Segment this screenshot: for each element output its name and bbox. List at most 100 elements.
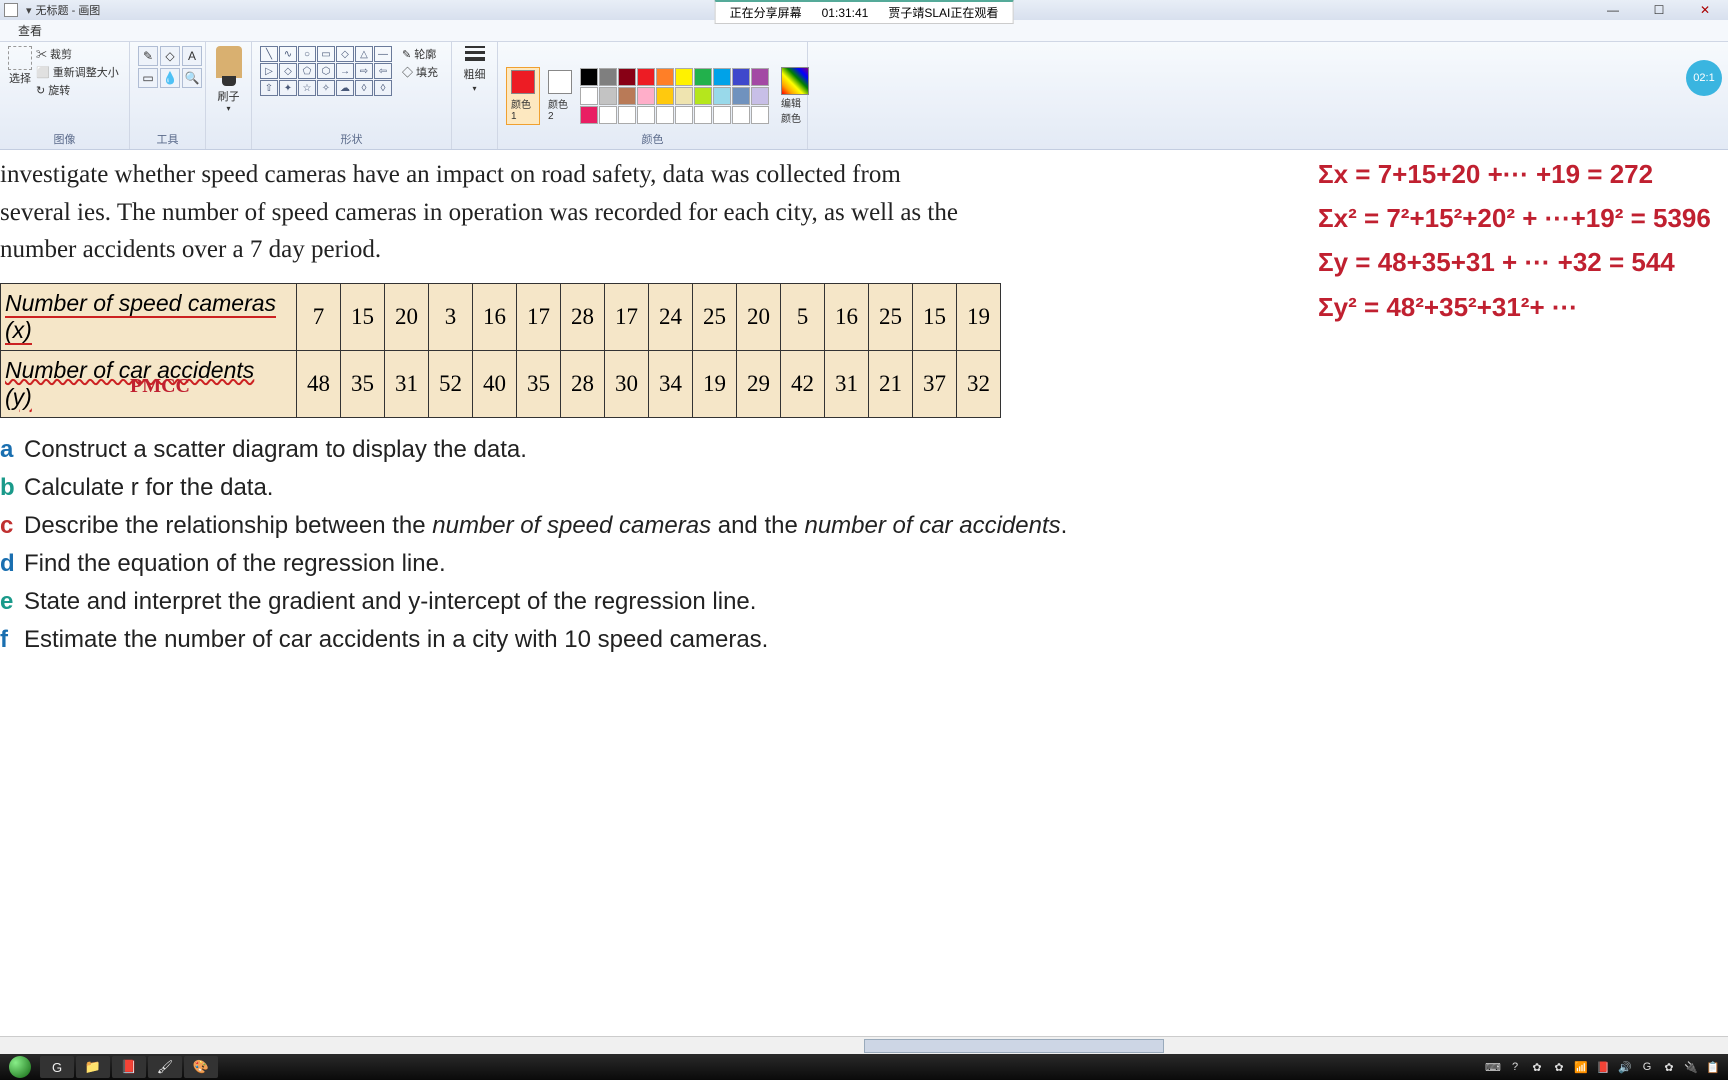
tray-icon[interactable]: ? bbox=[1506, 1058, 1524, 1076]
cell-y: 31 bbox=[385, 350, 429, 417]
cell-x: 24 bbox=[649, 283, 693, 350]
tray-icon[interactable]: ⌨ bbox=[1484, 1058, 1502, 1076]
palette-swatch[interactable] bbox=[694, 106, 712, 124]
palette-swatch[interactable] bbox=[637, 106, 655, 124]
eraser-tool[interactable]: ▭ bbox=[138, 68, 158, 88]
color-1-button[interactable]: 颜色 1 bbox=[506, 67, 540, 125]
cell-y: 31 bbox=[825, 350, 869, 417]
scrollbar-thumb[interactable] bbox=[864, 1039, 1164, 1053]
cell-y: 35 bbox=[341, 350, 385, 417]
paint-canvas[interactable]: investigate whether speed cameras have a… bbox=[0, 150, 1728, 1054]
palette-swatch[interactable] bbox=[637, 87, 655, 105]
shape-outline-button[interactable]: ✎ 轮廓 bbox=[402, 46, 438, 62]
window-title: 无标题 - 画图 bbox=[36, 2, 101, 18]
palette-swatch[interactable] bbox=[751, 106, 769, 124]
color-2-button[interactable]: 颜色 2 bbox=[544, 68, 576, 124]
taskbar-app[interactable]: 🖌 bbox=[148, 1056, 182, 1078]
edit-colors-button[interactable]: 编辑颜色 bbox=[781, 67, 809, 125]
palette-swatch[interactable] bbox=[713, 68, 731, 86]
palette-swatch[interactable] bbox=[732, 68, 750, 86]
question-list: aConstruct a scatter diagram to display … bbox=[0, 436, 1728, 654]
palette-swatch[interactable] bbox=[713, 106, 731, 124]
palette-swatch[interactable] bbox=[751, 68, 769, 86]
ribbon-group-image: 选择 ✂ 裁剪 ⬜ 重新调整大小 ↻ 旋转 图像 bbox=[0, 42, 130, 149]
select-icon[interactable] bbox=[8, 46, 32, 70]
palette-swatch[interactable] bbox=[694, 68, 712, 86]
palette-swatch[interactable] bbox=[637, 68, 655, 86]
ribbon-group-tools: ✎ ◇ A ▭ 💧 🔍 工具 bbox=[130, 42, 206, 149]
menu-view[interactable]: 查看 bbox=[10, 20, 50, 41]
palette-swatch[interactable] bbox=[713, 87, 731, 105]
tray-icon[interactable]: 🔊 bbox=[1616, 1058, 1634, 1076]
minimize-button[interactable]: — bbox=[1590, 0, 1636, 20]
tray-icon[interactable]: ✿ bbox=[1550, 1058, 1568, 1076]
palette-swatch[interactable] bbox=[618, 68, 636, 86]
rotate-button[interactable]: ↻ 旋转 bbox=[36, 82, 119, 98]
tray-icon[interactable]: 📶 bbox=[1572, 1058, 1590, 1076]
ribbon-group-shapes: ╲∿○▭◇△— ▷◇⬠⬡→⇨⇦ ⇧✦☆✧☁◊◊ ✎ 轮廓 ◇ 填充 形状 bbox=[252, 42, 452, 149]
group-label-colors: 颜色 bbox=[498, 131, 807, 147]
palette-swatch[interactable] bbox=[580, 68, 598, 86]
taskbar-app[interactable]: 🎨 bbox=[184, 1056, 218, 1078]
tray-icon[interactable]: G bbox=[1638, 1058, 1656, 1076]
tray-icon[interactable]: 📋 bbox=[1704, 1058, 1722, 1076]
cell-y: 32 bbox=[957, 350, 1001, 417]
palette-swatch[interactable] bbox=[618, 106, 636, 124]
tray-icon[interactable]: ✿ bbox=[1528, 1058, 1546, 1076]
screen-share-banner: 正在分享屏幕 01:31:41 贾子靖SLAI正在观看 bbox=[715, 0, 1014, 24]
start-button[interactable] bbox=[2, 1056, 38, 1078]
text-tool[interactable]: A bbox=[182, 46, 202, 66]
palette-swatch[interactable] bbox=[751, 87, 769, 105]
palette-swatch[interactable] bbox=[656, 68, 674, 86]
picker-tool[interactable]: 💧 bbox=[160, 68, 180, 88]
crop-button[interactable]: ✂ 裁剪 bbox=[36, 46, 119, 62]
color-palette[interactable] bbox=[580, 68, 769, 124]
fill-tool[interactable]: ◇ bbox=[160, 46, 180, 66]
cell-x: 28 bbox=[561, 283, 605, 350]
palette-swatch[interactable] bbox=[599, 87, 617, 105]
cell-y: 19 bbox=[693, 350, 737, 417]
cell-x: 17 bbox=[517, 283, 561, 350]
palette-swatch[interactable] bbox=[732, 87, 750, 105]
stroke-width-button[interactable]: 粗细 ▾ bbox=[464, 46, 486, 93]
group-label-tools: 工具 bbox=[130, 131, 205, 147]
palette-swatch[interactable] bbox=[732, 106, 750, 124]
cell-y: 37 bbox=[913, 350, 957, 417]
palette-swatch[interactable] bbox=[618, 87, 636, 105]
cell-x: 20 bbox=[385, 283, 429, 350]
palette-swatch[interactable] bbox=[675, 106, 693, 124]
share-timer: 01:31:41 bbox=[822, 6, 869, 20]
horizontal-scrollbar[interactable] bbox=[0, 1036, 1728, 1054]
zoom-tool[interactable]: 🔍 bbox=[182, 68, 202, 88]
cell-x: 19 bbox=[957, 283, 1001, 350]
group-label-shapes: 形状 bbox=[252, 131, 451, 147]
maximize-button[interactable]: ☐ bbox=[1636, 0, 1682, 20]
palette-swatch[interactable] bbox=[694, 87, 712, 105]
shapes-gallery[interactable]: ╲∿○▭◇△— ▷◇⬠⬡→⇨⇦ ⇧✦☆✧☁◊◊ bbox=[260, 46, 392, 96]
qat-dropdown[interactable]: ▾ bbox=[26, 4, 32, 17]
palette-swatch[interactable] bbox=[656, 87, 674, 105]
cell-y: 28 bbox=[561, 350, 605, 417]
palette-swatch[interactable] bbox=[675, 87, 693, 105]
tray-icon[interactable]: 🔌 bbox=[1682, 1058, 1700, 1076]
palette-swatch[interactable] bbox=[599, 106, 617, 124]
palette-swatch[interactable] bbox=[656, 106, 674, 124]
taskbar-app[interactable]: G bbox=[40, 1056, 74, 1078]
cell-x: 17 bbox=[605, 283, 649, 350]
palette-swatch[interactable] bbox=[580, 87, 598, 105]
cell-x: 5 bbox=[781, 283, 825, 350]
palette-swatch[interactable] bbox=[580, 106, 598, 124]
brush-button[interactable]: 刷子 ▾ bbox=[216, 46, 242, 113]
shape-fill-button[interactable]: ◇ 填充 bbox=[402, 64, 438, 80]
tray-icon[interactable]: ✿ bbox=[1660, 1058, 1678, 1076]
cell-x: 3 bbox=[429, 283, 473, 350]
resize-button[interactable]: ⬜ 重新调整大小 bbox=[36, 64, 119, 80]
close-button[interactable]: ✕ bbox=[1682, 0, 1728, 20]
doc-icon bbox=[4, 3, 18, 17]
tray-icon[interactable]: 📕 bbox=[1594, 1058, 1612, 1076]
pencil-tool[interactable]: ✎ bbox=[138, 46, 158, 66]
palette-swatch[interactable] bbox=[599, 68, 617, 86]
taskbar-app[interactable]: 📕 bbox=[112, 1056, 146, 1078]
taskbar-app[interactable]: 📁 bbox=[76, 1056, 110, 1078]
palette-swatch[interactable] bbox=[675, 68, 693, 86]
